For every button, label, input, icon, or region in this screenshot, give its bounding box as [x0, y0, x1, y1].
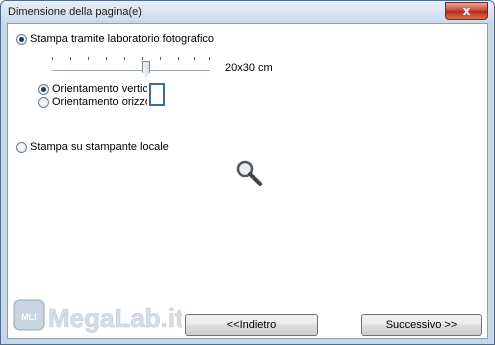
orientation-horizontal-label[interactable]: Orientamento orizzontale — [52, 96, 147, 108]
photo-lab-radio[interactable] — [16, 34, 27, 45]
magnifier-icon[interactable] — [233, 157, 265, 189]
megalab-watermark: MLI MegaLab.it — [13, 299, 182, 333]
watermark-text: MegaLab.it — [48, 303, 182, 333]
local-printer-radio[interactable] — [16, 142, 27, 153]
photo-lab-label[interactable]: Stampa tramite laboratorio fotografico — [30, 33, 214, 45]
slider-tick — [52, 57, 53, 60]
slider-tick — [106, 57, 107, 60]
close-icon: x — [462, 4, 471, 18]
size-value: 20x30 cm — [225, 62, 273, 74]
back-button[interactable]: <<Indietro — [185, 314, 318, 336]
orientation-horizontal-radio[interactable] — [38, 97, 49, 108]
dialog-window: Dimensione della pagina(e) x Stampa tram… — [0, 0, 495, 345]
watermark-badge: MLI — [21, 312, 37, 322]
slider-tick — [194, 57, 195, 60]
dialog-content: Stampa tramite laboratorio fotografico 2… — [7, 23, 488, 339]
slider-tick — [142, 57, 143, 60]
next-button[interactable]: Successivo >> — [361, 314, 482, 336]
slider-tick — [70, 57, 71, 60]
slider-tick — [124, 57, 125, 60]
slider-tick — [178, 57, 179, 60]
slider-tick — [88, 57, 89, 60]
window-title: Dimensione della pagina(e) — [8, 6, 142, 18]
close-button[interactable]: x — [445, 2, 488, 20]
size-slider-thumb[interactable] — [142, 61, 150, 77]
title-bar[interactable]: Dimensione della pagina(e) x — [1, 1, 494, 23]
orientation-vertical-label[interactable]: Orientamento verticale — [52, 83, 147, 95]
slider-tick — [209, 57, 210, 60]
size-slider-track[interactable] — [52, 70, 210, 72]
local-printer-label[interactable]: Stampa su stampante locale — [30, 141, 169, 153]
orientation-vertical-radio[interactable] — [38, 84, 49, 95]
slider-tick — [160, 57, 161, 60]
orientation-preview — [149, 83, 165, 106]
